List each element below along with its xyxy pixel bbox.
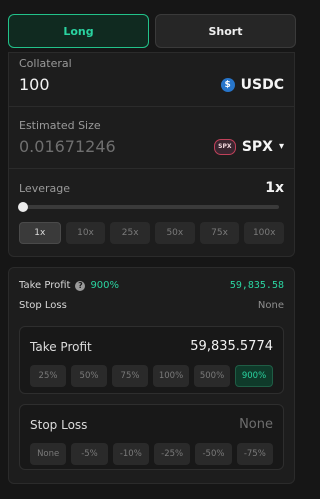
take-profit-option-25[interactable]: 25% (30, 365, 66, 387)
stop-loss-option-none[interactable]: None (30, 443, 67, 465)
collateral-token: $ USDC (220, 76, 284, 93)
take-profit-summary-percent: 900% (90, 280, 120, 291)
take-profit-option-100[interactable]: 100% (153, 365, 189, 387)
chevron-down-icon: ▾ (278, 141, 284, 152)
take-profit-card-header: Take Profit 59,835.5774 (30, 339, 273, 354)
collateral-input[interactable]: 100 (19, 75, 50, 94)
take-profit-summary-value: 59,835.58 (229, 280, 284, 291)
take-profit-option-500[interactable]: 500% (194, 365, 230, 387)
stop-loss-input[interactable]: None (239, 417, 273, 432)
size-token-symbol: SPX (241, 138, 273, 155)
leverage-row: Leverage 1x (19, 180, 284, 196)
spx-icon: SPX (213, 138, 236, 155)
stop-loss-card-header: Stop Loss None (30, 417, 273, 432)
take-profit-card-title: Take Profit (30, 339, 92, 354)
divider (9, 168, 294, 169)
take-profit-presets: 25% 50% 75% 100% 500% 900% (30, 365, 273, 387)
leverage-option-10x[interactable]: 10x (65, 222, 106, 244)
take-profit-option-75[interactable]: 75% (112, 365, 148, 387)
tab-long[interactable]: Long (8, 14, 149, 48)
stop-loss-summary-value: None (257, 300, 284, 311)
estimated-size-label: Estimated Size (19, 119, 101, 132)
collateral-token-symbol: USDC (240, 76, 284, 93)
leverage-slider-handle[interactable] (18, 202, 28, 212)
leverage-option-1x[interactable]: 1x (19, 222, 61, 244)
size-token-select[interactable]: SPX SPX ▾ (213, 138, 284, 155)
leverage-presets: 1x 10x 25x 50x 75x 100x (19, 222, 285, 244)
stop-loss-summary-label: Stop Loss (19, 300, 67, 311)
stop-loss-summary: Stop Loss None (19, 300, 284, 311)
leverage-option-100x[interactable]: 100x (244, 222, 285, 244)
stop-loss-option-5[interactable]: -5% (71, 443, 108, 465)
take-profit-option-900[interactable]: 900% (235, 365, 273, 387)
usdc-icon: $ (220, 77, 235, 92)
leverage-slider-track[interactable] (25, 205, 279, 209)
take-profit-input[interactable]: 59,835.5774 (190, 339, 273, 354)
stop-loss-card-title: Stop Loss (30, 417, 88, 432)
tp-sl-panel: Take Profit ? 900% 59,835.58 Stop Loss N… (8, 267, 295, 484)
leverage-option-75x[interactable]: 75x (199, 222, 240, 244)
divider (9, 106, 294, 107)
stop-loss-option-75[interactable]: -75% (236, 443, 273, 465)
estimated-size-row: 0.01671246 SPX SPX ▾ (19, 137, 284, 156)
help-icon[interactable]: ? (75, 280, 86, 291)
estimated-size-input[interactable]: 0.01671246 (19, 137, 116, 156)
leverage-label: Leverage (19, 181, 70, 195)
take-profit-summary-label: Take Profit (19, 280, 71, 291)
take-profit-summary: Take Profit ? 900% 59,835.58 (19, 280, 284, 291)
side-tabs: Long Short (8, 14, 296, 50)
collateral-row: 100 $ USDC (19, 75, 284, 94)
stop-loss-option-25[interactable]: -25% (153, 443, 191, 465)
leverage-option-50x[interactable]: 50x (155, 222, 195, 244)
collateral-label: Collateral (19, 57, 72, 70)
take-profit-option-50[interactable]: 50% (71, 365, 107, 387)
leverage-option-25x[interactable]: 25x (110, 222, 151, 244)
take-profit-card: Take Profit 59,835.5774 25% 50% 75% 100%… (19, 326, 284, 394)
stop-loss-card: Stop Loss None None -5% -10% -25% -50% -… (19, 404, 284, 470)
order-panel: Collateral 100 $ USDC Estimated Size 0.0… (8, 52, 295, 257)
leverage-value: 1x (265, 180, 284, 196)
estimated-size-label-row: Estimated Size (19, 119, 284, 132)
stop-loss-option-10[interactable]: -10% (112, 443, 149, 465)
tab-short[interactable]: Short (155, 14, 296, 48)
collateral-label-row: Collateral (19, 57, 284, 70)
stop-loss-option-50[interactable]: -50% (195, 443, 232, 465)
stop-loss-presets: None -5% -10% -25% -50% -75% (30, 443, 273, 465)
